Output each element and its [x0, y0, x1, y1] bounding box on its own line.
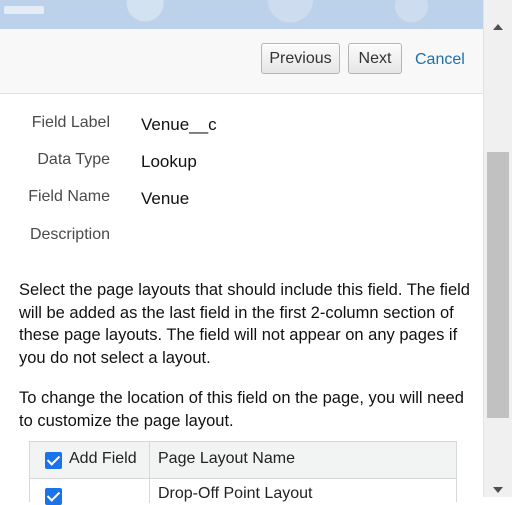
field-label-caption: Field Label [31, 114, 110, 131]
description-caption: Description [29, 226, 110, 243]
page-layout-table: Add Field Page Layout Name Drop-Off Poin… [29, 441, 457, 505]
scroll-up-icon[interactable] [493, 24, 503, 30]
cancel-link[interactable]: Cancel [415, 51, 465, 69]
field-row-description: Description [0, 226, 484, 250]
button-bar: Previous Next Cancel [0, 29, 484, 94]
add-field-header: Add Field [30, 442, 150, 478]
page-layout-name-header: Page Layout Name [158, 450, 295, 467]
select-all-checkbox[interactable] [45, 452, 62, 469]
header-strip [0, 0, 484, 30]
field-name-value: Venue [141, 189, 190, 208]
previous-button[interactable]: Previous [261, 43, 340, 74]
layout-instructions: Select the page layouts that should incl… [19, 281, 470, 367]
field-name-caption: Field Name [28, 188, 110, 205]
field-row-data-type: Data Type Lookup [0, 151, 484, 175]
scroll-down-icon[interactable] [493, 487, 503, 493]
vertical-scrollbar[interactable] [483, 0, 512, 497]
data-type-value: Lookup [141, 152, 197, 171]
add-field-header-label: Add Field [69, 450, 137, 467]
field-label-value: Venue__c [141, 115, 217, 134]
data-type-caption: Data Type [37, 151, 110, 168]
header-ghost-text [4, 6, 44, 14]
scroll-thumb[interactable] [487, 152, 509, 418]
table-header: Add Field Page Layout Name [30, 442, 456, 479]
next-button[interactable]: Next [348, 43, 402, 74]
wizard-panel: Previous Next Cancel Field Label Venue__… [0, 29, 484, 497]
field-row-label: Field Label Venue__c [0, 114, 484, 138]
location-instructions: To change the location of this field on … [19, 389, 464, 430]
layout-name: Drop-Off Point Layout [158, 485, 313, 502]
row-check-cell [30, 479, 150, 505]
table-row: Drop-Off Point Layout [30, 479, 456, 505]
field-row-name: Field Name Venue [0, 188, 484, 212]
